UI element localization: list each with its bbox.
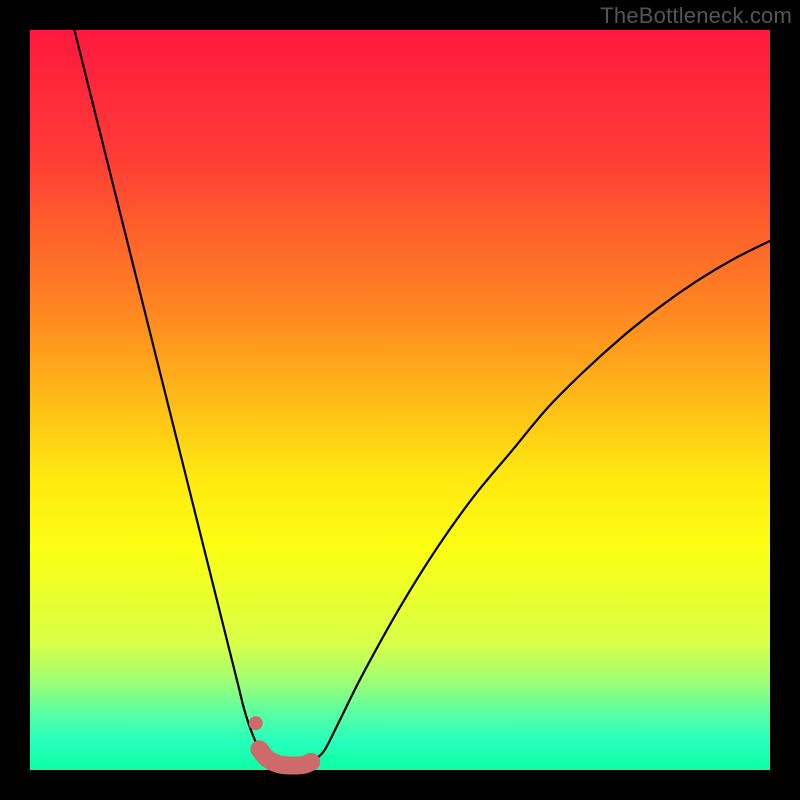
- chart-curve-layer: [30, 30, 770, 770]
- watermark-text: TheBottleneck.com: [600, 3, 792, 29]
- valley-highlight: [259, 749, 311, 765]
- marker-dot: [249, 716, 263, 730]
- chart-frame: TheBottleneck.com: [0, 0, 800, 800]
- main-curve: [74, 30, 770, 766]
